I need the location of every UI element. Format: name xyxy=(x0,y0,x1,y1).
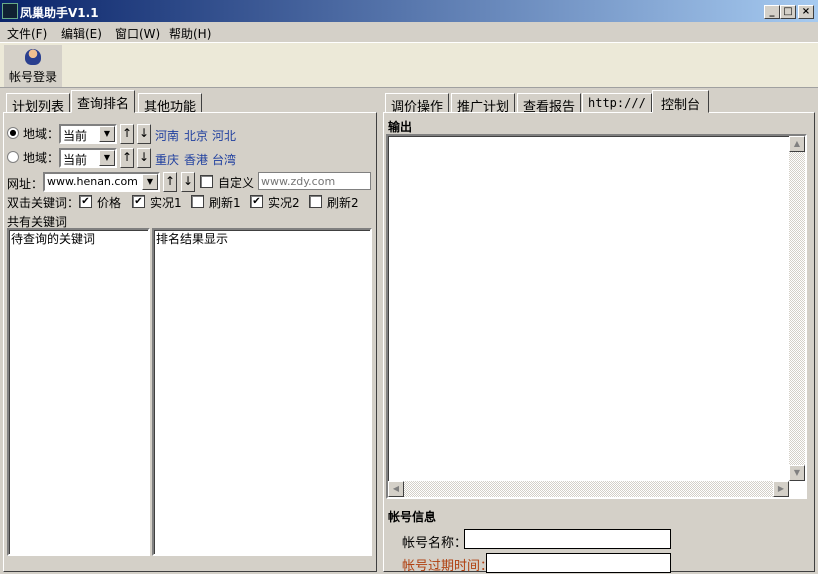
tab-http[interactable]: http:/// xyxy=(582,93,652,113)
scroll-left-icon[interactable]: ◀ xyxy=(388,481,404,497)
region-link[interactable]: 香港 xyxy=(184,151,208,168)
url-value: www.henan.com xyxy=(47,175,138,188)
price-label: 价格 xyxy=(97,196,122,210)
refresh1-label: 刷新1 xyxy=(209,196,241,210)
rank-result-list[interactable]: 排名结果显示 xyxy=(152,228,372,556)
region2-label: 地域： xyxy=(23,151,60,165)
region-link[interactable]: 重庆 xyxy=(155,151,179,168)
region-link[interactable]: 北京 xyxy=(184,127,208,144)
tab-other[interactable]: 其他功能 xyxy=(138,93,203,115)
live2-checkbox[interactable]: ✔ xyxy=(250,195,263,208)
live1-checkbox[interactable]: ✔ xyxy=(132,195,145,208)
toolbar: 帐号登录 xyxy=(0,42,818,88)
close-button[interactable]: × xyxy=(798,5,814,19)
vertical-scrollbar[interactable]: ▲ ▼ xyxy=(789,136,805,481)
expire-input[interactable] xyxy=(486,553,671,573)
tab-plan-list[interactable]: 计划列表 xyxy=(6,93,71,115)
title-bar: 凤巢助手V1.1 _ □ × xyxy=(0,0,818,22)
dblclick-label: 双击关键词： xyxy=(7,196,80,210)
maximize-button[interactable]: □ xyxy=(780,5,796,19)
refresh2-label: 刷新2 xyxy=(327,196,359,210)
region-link[interactable]: 河北 xyxy=(212,127,236,144)
region2-up-button[interactable]: ↑ xyxy=(120,148,134,168)
region1-value: 当前 xyxy=(63,129,88,143)
region1-select[interactable]: 当前 ▼ xyxy=(59,124,117,144)
horizontal-scrollbar[interactable]: ◀ ▶ xyxy=(388,481,789,497)
url-label: 网址： xyxy=(7,177,44,191)
scroll-right-icon[interactable]: ▶ xyxy=(773,481,789,497)
tab-report[interactable]: 查看报告 xyxy=(517,93,582,115)
menu-window[interactable]: 窗口(W) xyxy=(115,25,160,42)
region2-value: 当前 xyxy=(63,153,88,167)
chevron-down-icon[interactable]: ▼ xyxy=(142,174,158,190)
expire-label: 帐号过期时间： xyxy=(402,559,494,574)
menu-file[interactable]: 文件(F) xyxy=(7,25,47,42)
custom-url-input[interactable] xyxy=(258,172,371,190)
region1-label: 地域： xyxy=(23,127,60,141)
price-checkbox[interactable]: ✔ xyxy=(79,195,92,208)
tab-console[interactable]: 控制台 xyxy=(652,90,710,113)
account-name-input[interactable] xyxy=(464,529,671,549)
menu-help[interactable]: 帮助(H) xyxy=(169,25,211,42)
chevron-down-icon[interactable]: ▼ xyxy=(99,150,115,166)
menu-edit[interactable]: 编辑(E) xyxy=(61,25,102,42)
url-select[interactable]: www.henan.com ▼ xyxy=(43,172,160,192)
live1-label: 实况1 xyxy=(150,196,182,210)
account-info-heading: 帐号信息 xyxy=(388,510,437,524)
live2-label: 实况2 xyxy=(268,196,300,210)
region1-up-button[interactable]: ↑ xyxy=(120,124,134,144)
custom-checkbox[interactable] xyxy=(200,175,213,188)
region-link[interactable]: 河南 xyxy=(155,127,179,144)
output-label: 输出 xyxy=(388,120,413,134)
list-item[interactable]: 排名结果显示 xyxy=(156,232,228,246)
region-link[interactable]: 台湾 xyxy=(212,151,236,168)
tab-query-rank[interactable]: 查询排名 xyxy=(71,90,136,113)
region2-select[interactable]: 当前 ▼ xyxy=(59,148,117,168)
refresh2-checkbox[interactable] xyxy=(309,195,322,208)
region2-radio[interactable] xyxy=(7,151,19,163)
tab-promo-plan[interactable]: 推广计划 xyxy=(451,93,516,115)
list-item[interactable]: 待查询的关键词 xyxy=(11,232,95,246)
url-up-button[interactable]: ↑ xyxy=(163,172,177,192)
user-icon xyxy=(25,49,41,65)
output-textarea[interactable]: ▲ ▼ ◀ ▶ xyxy=(386,134,807,499)
custom-label: 自定义 xyxy=(218,176,255,190)
window-title: 凤巢助手V1.1 xyxy=(20,6,99,20)
chevron-down-icon[interactable]: ▼ xyxy=(99,126,115,142)
tab-bid-ops[interactable]: 调价操作 xyxy=(385,93,450,115)
login-label: 帐号登录 xyxy=(8,70,57,84)
region1-radio[interactable]: ● xyxy=(7,127,19,139)
account-name-label: 帐号名称： xyxy=(402,536,468,551)
minimize-button[interactable]: _ xyxy=(764,5,780,19)
scroll-down-icon[interactable]: ▼ xyxy=(789,465,805,481)
pending-keyword-list[interactable]: 待查询的关键词 xyxy=(7,228,150,556)
region1-down-button[interactable]: ↓ xyxy=(137,124,151,144)
url-down-button[interactable]: ↓ xyxy=(181,172,195,192)
login-button[interactable]: 帐号登录 xyxy=(4,45,62,87)
refresh1-checkbox[interactable] xyxy=(191,195,204,208)
scroll-up-icon[interactable]: ▲ xyxy=(789,136,805,152)
region2-down-button[interactable]: ↓ xyxy=(137,148,151,168)
app-icon xyxy=(2,3,18,19)
